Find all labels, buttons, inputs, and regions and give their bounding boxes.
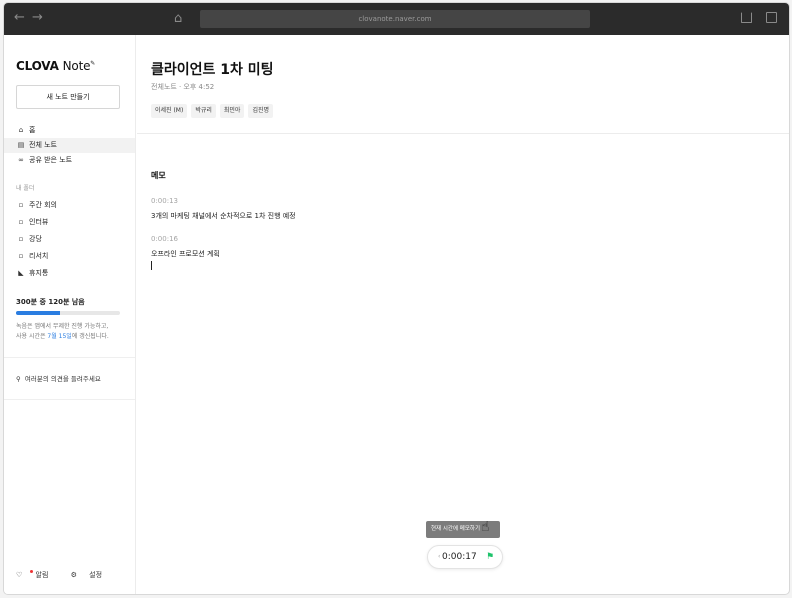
logo-brand: CLOVA — [16, 59, 59, 73]
recording-player: ‹ 0:00:17 ⚑ — [427, 545, 503, 569]
note-meta: 전체노트 · 오후 4:52 — [151, 83, 215, 91]
folder-section-header: 내 폴더 — [16, 185, 35, 192]
sidebar-item-label: 공유 받은 노트 — [29, 156, 73, 164]
sidebar-folder-weekly-meeting[interactable]: ▫ 주간 회의 — [4, 198, 135, 213]
player-time: 0:00:17 — [442, 552, 477, 562]
memo-timestamp[interactable]: 0:00:13 — [151, 197, 178, 205]
sidebar-item-label: 인터뷰 — [29, 218, 49, 226]
folder-icon: ▫ — [18, 201, 24, 209]
home-icon[interactable]: ⌂ — [174, 11, 182, 26]
arrow-right-icon[interactable]: → — [32, 11, 43, 25]
bookmark-flag-icon[interactable]: ⚑ — [486, 552, 494, 562]
tabs-icon[interactable] — [766, 12, 777, 23]
lightbulb-icon: ⚲ — [16, 375, 21, 383]
usage-title: 300분 중 120분 남음 — [16, 298, 85, 306]
sidebar-folder-lecture[interactable]: ▫ 강당 — [4, 232, 135, 247]
text-cursor — [151, 261, 152, 270]
sidebar: CLOVA Note✎ 새 노트 만들기 ⌂ 홈 ▤ 전체 노트 ∞ 공유 받은 노트… — [4, 35, 136, 594]
trash-icon: ◣ — [18, 269, 24, 277]
hand-pointer-icon: ☝ — [481, 519, 490, 535]
usage-description: 녹음은 앱에서 무제한 진행 가능하고, 사용 시간은 7월 15일에 갱신됩니… — [16, 322, 128, 342]
alerts-button[interactable]: ♡ 알림 — [16, 570, 58, 579]
sidebar-item-label: 전체 노트 — [29, 141, 57, 149]
folder-icon: ▫ — [18, 235, 24, 243]
sidebar-item-shared-notes[interactable]: ∞ 공유 받은 노트 — [4, 153, 135, 168]
bell-icon: ♡ — [16, 571, 23, 579]
alerts-label: 알림 — [35, 571, 49, 579]
share-icon[interactable] — [741, 12, 752, 23]
address-bar[interactable]: clovanote.naver.com — [200, 10, 590, 28]
feedback-link[interactable]: ⚲ 여러분의 의견을 들려주세요 — [16, 373, 101, 383]
sidebar-item-all-notes[interactable]: ▤ 전체 노트 — [4, 138, 135, 153]
chevron-left-icon[interactable]: ‹ — [438, 553, 440, 560]
memo-text[interactable]: 오프라인 프로모션 계획 — [151, 249, 220, 259]
sidebar-footer: ♡ 알림 ⚙ 설정 — [16, 570, 122, 580]
logo-mark-icon: ✎ — [90, 60, 96, 67]
participant-chip[interactable]: 박규리 — [191, 104, 216, 118]
usage-desc-line2-prefix: 사용 시간은 — [16, 333, 48, 340]
share-icon: ∞ — [18, 156, 24, 164]
document-icon: ▤ — [17, 141, 25, 149]
feedback-label: 여러분의 의견을 들려주세요 — [24, 375, 101, 383]
sidebar-item-home[interactable]: ⌂ 홈 — [4, 123, 135, 138]
divider — [137, 133, 789, 134]
usage-renewal-date: 7월 15일 — [47, 333, 72, 340]
notification-dot — [30, 570, 34, 573]
usage-desc-suffix: 에 갱신됩니다. — [71, 333, 109, 340]
memo-text[interactable]: 3개의 마케팅 채널에서 순차적으로 1차 진행 예정 — [151, 211, 296, 221]
gear-icon: ⚙ — [70, 571, 77, 579]
memo-section-title: 메모 — [151, 171, 166, 180]
browser-toolbar: ← → ⌂ clovanote.naver.com — [4, 3, 789, 35]
settings-button[interactable]: ⚙ 설정 — [71, 571, 112, 579]
note-content: 클라이언트 1차 미팅 전체노트 · 오후 4:52 이세진 (M) 박규리 최민아… — [137, 35, 789, 594]
sidebar-folder-interview[interactable]: ▫ 인터뷰 — [4, 215, 135, 230]
sidebar-item-label: 홈 — [29, 126, 36, 134]
usage-desc-line1: 녹음은 앱에서 무제한 진행 가능하고, — [16, 323, 109, 330]
memo-timestamp[interactable]: 0:00:16 — [151, 235, 178, 243]
sidebar-item-label: 강당 — [29, 235, 42, 243]
sidebar-item-label: 리서치 — [29, 252, 49, 260]
home-icon: ⌂ — [18, 126, 24, 134]
divider — [4, 357, 135, 358]
sidebar-folder-trash[interactable]: ◣ 휴지통 — [4, 266, 135, 281]
participant-chip[interactable]: 김진명 — [248, 104, 274, 118]
arrow-left-icon[interactable]: ← — [14, 11, 25, 25]
sidebar-item-label: 주간 회의 — [29, 201, 57, 209]
participant-list: 이세진 (M) 박규리 최민아 김진명 — [151, 97, 277, 118]
folder-icon: ▫ — [18, 218, 24, 226]
new-note-button[interactable]: 새 노트 만들기 — [16, 85, 120, 109]
logo-note: Note — [62, 59, 91, 73]
divider — [4, 399, 135, 400]
folder-icon: ▫ — [18, 252, 24, 260]
app-window: ← → ⌂ clovanote.naver.com CLOVA Note✎ 새 … — [4, 3, 789, 594]
app-logo[interactable]: CLOVA Note✎ — [16, 59, 95, 73]
participant-chip[interactable]: 최민아 — [219, 104, 245, 118]
sidebar-item-label: 휴지통 — [29, 269, 49, 277]
usage-progress-fill — [16, 311, 60, 315]
sidebar-folder-research[interactable]: ▫ 리서치 — [4, 249, 135, 264]
participant-chip[interactable]: 이세진 (M) — [151, 104, 188, 118]
usage-progress-bar — [16, 311, 120, 315]
note-title[interactable]: 클라이언트 1차 미팅 — [151, 59, 274, 79]
settings-label: 설정 — [89, 571, 103, 579]
